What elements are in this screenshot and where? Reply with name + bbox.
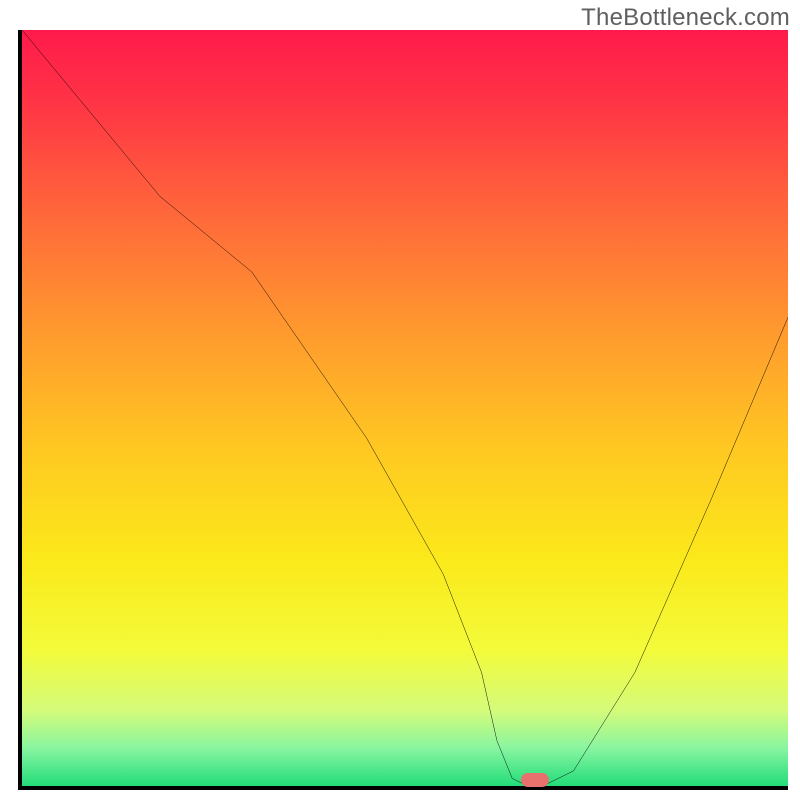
watermark-text: TheBottleneck.com (581, 4, 790, 32)
curve-line (22, 30, 788, 786)
optimal-marker (521, 773, 549, 787)
plot-area (18, 30, 788, 790)
